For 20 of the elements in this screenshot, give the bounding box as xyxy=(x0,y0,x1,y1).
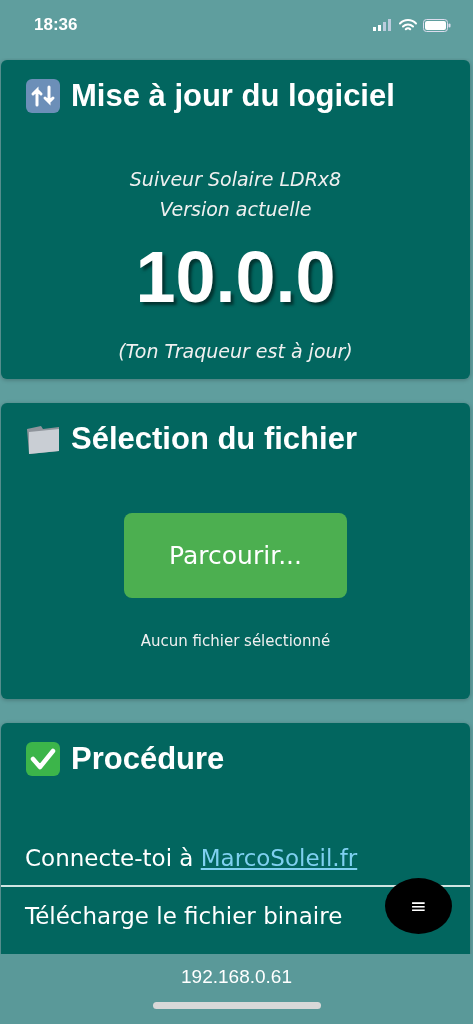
card-title: Mise à jour du logiciel xyxy=(71,78,395,114)
folder-icon xyxy=(25,423,61,455)
update-status: (Ton Traqueur est à jour) xyxy=(118,339,353,364)
refresh-icon xyxy=(25,78,61,114)
clock-time: 18:36 xyxy=(34,15,78,35)
browse-button[interactable]: Parcourir... xyxy=(124,513,347,598)
step-text: Connecte-toi à MarcoSoleil.fr xyxy=(25,845,358,871)
version-label: Version actuelle xyxy=(159,197,312,222)
signal-icon xyxy=(373,19,393,31)
step-text: Télécharge le fichier binaire xyxy=(25,903,343,929)
card-title: Procédure xyxy=(71,741,225,777)
file-status: Aucun fichier sélectionné xyxy=(140,632,331,650)
battery-icon xyxy=(423,18,451,32)
wifi-icon xyxy=(399,18,417,32)
card-title: Sélection du fichier xyxy=(71,421,357,457)
check-icon xyxy=(25,741,61,777)
url-text: 192.168.0.61 xyxy=(181,966,292,988)
version-number: 10.0.0 xyxy=(135,236,336,318)
site-link[interactable]: MarcoSoleil.fr xyxy=(200,845,358,871)
product-name: Suiveur Solaire LDRx8 xyxy=(129,167,342,192)
